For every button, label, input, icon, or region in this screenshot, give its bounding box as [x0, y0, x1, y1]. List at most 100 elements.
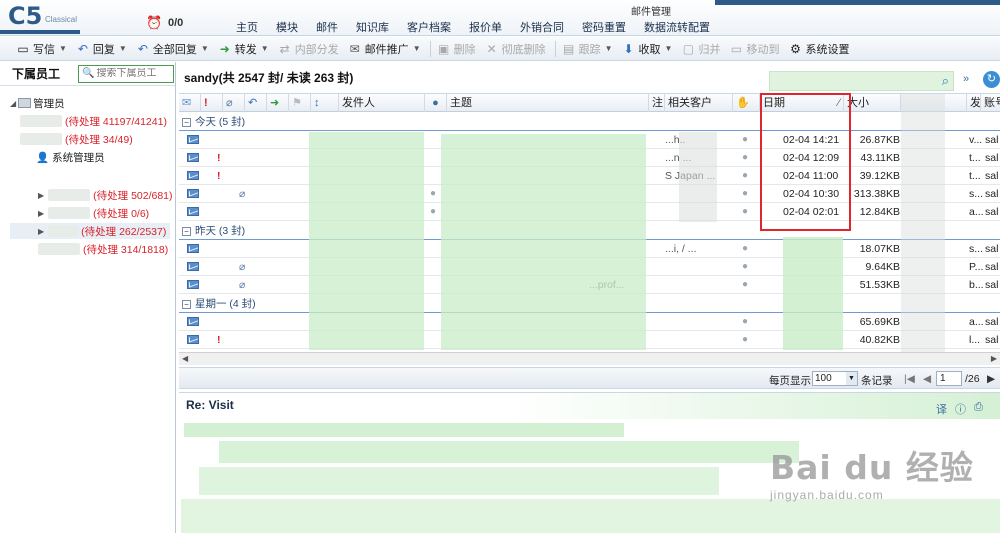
scroll-right-icon[interactable]: ▶	[991, 354, 997, 363]
redacted-name	[20, 133, 62, 145]
tree-node-user-3[interactable]: ▶ (待处理 502/681)	[38, 187, 173, 203]
tree-node-sysadmin[interactable]: 👤 系统管理员	[36, 149, 105, 165]
nav-password-reset[interactable]: 密码重置	[582, 19, 626, 35]
tree-node-user-2[interactable]: (待处理 34/49)	[20, 131, 133, 147]
forward-label: 转发	[234, 43, 257, 56]
nav-mail[interactable]: 邮件	[316, 19, 338, 35]
search-icon[interactable]: ⌕	[942, 73, 949, 89]
col-attachment[interactable]: ⌀	[223, 94, 245, 112]
col-replied[interactable]: ↶	[245, 94, 267, 112]
collapse-icon[interactable]: −	[182, 227, 191, 236]
subordinate-search-box[interactable]: 🔍	[78, 64, 175, 83]
collapse-icon[interactable]: −	[182, 118, 191, 127]
translate-icon[interactable]: 译	[936, 401, 947, 417]
redacted-name	[48, 189, 91, 201]
col-mail-icon[interactable]: ✉	[179, 94, 201, 112]
col-customer[interactable]: 相关客户	[665, 94, 733, 112]
tree-collapse-icon[interactable]: ◢	[10, 99, 16, 108]
tree-node-user-5[interactable]: ▶ (待处理 262/2537)	[10, 223, 170, 239]
col-sort[interactable]: ↕	[311, 94, 339, 112]
tree-node-root[interactable]: ◢ 管理员	[10, 95, 65, 111]
envelope-icon: ✉	[182, 97, 192, 109]
nav-quotes[interactable]: 报价单	[469, 19, 502, 35]
cell-account: sal	[985, 316, 999, 328]
app-logo: C5	[8, 2, 43, 30]
receive-button[interactable]: ⬇ 收取 ▼	[622, 41, 673, 57]
cell-size: 18.07KB	[859, 243, 900, 255]
forward-status-icon: ➜	[270, 97, 280, 109]
col-from-account[interactable]: 发.	[967, 94, 981, 112]
group-header-today[interactable]: − 今天 (5 封)	[179, 113, 1000, 131]
paperclip-icon: ⌀	[226, 97, 233, 109]
mail-search-input[interactable]: ⌕	[769, 71, 954, 91]
next-page-icon[interactable]: ▶	[987, 373, 995, 385]
refresh-icon[interactable]: ↻	[983, 71, 1000, 88]
collapse-icon[interactable]: −	[182, 300, 191, 309]
nav-home[interactable]: 主页	[236, 19, 258, 35]
compose-button[interactable]: ▭ 写信 ▼	[16, 41, 67, 57]
nav-contracts[interactable]: 外销合同	[520, 19, 564, 35]
chevron-down-icon[interactable]: ▼	[201, 44, 209, 53]
mail-promote-button[interactable]: ✉ 邮件推广 ▼	[348, 41, 421, 57]
nav-customers[interactable]: 客户档案	[407, 19, 451, 35]
prev-page-icon[interactable]: ◀	[923, 373, 931, 385]
col-subject[interactable]: 主题	[447, 94, 649, 112]
chevron-down-icon[interactable]: ▼	[665, 44, 673, 53]
forward-button[interactable]: ➜ 转发 ▼	[218, 41, 269, 57]
read-dot-icon: ●	[430, 206, 437, 217]
first-page-icon[interactable]: |◀	[904, 373, 915, 385]
track-button[interactable]: ▤ 跟踪 ▼	[562, 41, 613, 57]
double-chevron-down-icon[interactable]: »	[963, 73, 969, 85]
tree-expand-icon[interactable]: ▶	[38, 225, 48, 237]
col-flag[interactable]: ⚑	[289, 94, 311, 112]
tree-node-user-1[interactable]: (待处理 41197/41241)	[20, 113, 167, 129]
internal-distribute-button[interactable]: ⇄ 内部分发	[278, 41, 339, 57]
nav-knowledge[interactable]: 知识库	[356, 19, 389, 35]
col-account[interactable]: 账号	[981, 94, 1000, 112]
pagination-bar: 每页显示 100 ▼ 条记录 |◀ ◀ 1 /26 ▶	[179, 367, 1000, 389]
tree-expand-icon[interactable]: ▶	[38, 191, 44, 200]
col-read-dot[interactable]: ●	[425, 94, 447, 112]
col-size[interactable]: 大小	[844, 94, 901, 112]
tree-node-user-4[interactable]: ▶ (待处理 0/6)	[38, 205, 149, 221]
horizontal-scrollbar[interactable]: ◀ ▶	[179, 352, 1000, 365]
chevron-down-icon[interactable]: ▼	[413, 44, 421, 53]
alarm-clock-icon[interactable]: ⏰	[146, 15, 162, 31]
chevron-down-icon[interactable]: ▼	[59, 44, 67, 53]
col-priority[interactable]: !	[201, 94, 223, 112]
subordinate-search-input[interactable]	[96, 68, 175, 79]
chevron-down-icon[interactable]: ▼	[605, 44, 613, 53]
col-forwarded[interactable]: ➜	[267, 94, 289, 112]
reply-all-button[interactable]: ↶ 全部回复 ▼	[136, 41, 209, 57]
delete-button[interactable]: ▣ 删除	[437, 41, 476, 57]
col-note[interactable]: 注.	[649, 94, 665, 112]
chevron-down-icon[interactable]: ▼	[119, 44, 127, 53]
main-nav: 主页 模块 邮件 知识库 客户档案 报价单 外销合同 密码重置 数据流转配置	[236, 19, 728, 35]
chevron-down-icon[interactable]: ▼	[261, 44, 269, 53]
tree-node-user-6[interactable]: (待处理 314/1818)	[38, 241, 168, 257]
per-page-select[interactable]: 100 ▼	[812, 371, 858, 386]
nav-modules[interactable]: 模块	[276, 19, 298, 35]
compose-icon: ▭	[17, 41, 29, 56]
col-handled[interactable]: ✋	[733, 94, 760, 112]
watermark-logo-text: Bai du 经验	[770, 448, 974, 487]
info-icon[interactable]: ⓘ	[955, 401, 966, 417]
system-settings-button[interactable]: ⚙ 系统设置	[788, 41, 849, 57]
col-sender[interactable]: 发件人	[339, 94, 425, 112]
cell-size: 43.11KB	[860, 152, 900, 164]
merge-button[interactable]: ▢ 归并	[681, 41, 721, 57]
print-icon[interactable]: ⎙	[974, 401, 983, 417]
cell-account: sal	[985, 152, 999, 164]
envelope-icon	[187, 171, 199, 180]
chevron-down-icon[interactable]: ▼	[846, 372, 857, 385]
move-to-button[interactable]: ▭ 移动到	[729, 41, 780, 57]
envelope-icon	[187, 335, 199, 344]
folder-icon	[18, 98, 32, 108]
tree-node-root-label: 管理员	[33, 97, 65, 110]
nav-dataflow[interactable]: 数据流转配置	[644, 19, 710, 35]
purge-button[interactable]: ✕ 彻底删除	[485, 41, 546, 57]
reply-button[interactable]: ↶ 回复 ▼	[76, 41, 127, 57]
scroll-left-icon[interactable]: ◀	[182, 354, 188, 363]
tree-expand-icon[interactable]: ▶	[38, 209, 44, 218]
page-number-input[interactable]: 1	[936, 371, 962, 386]
